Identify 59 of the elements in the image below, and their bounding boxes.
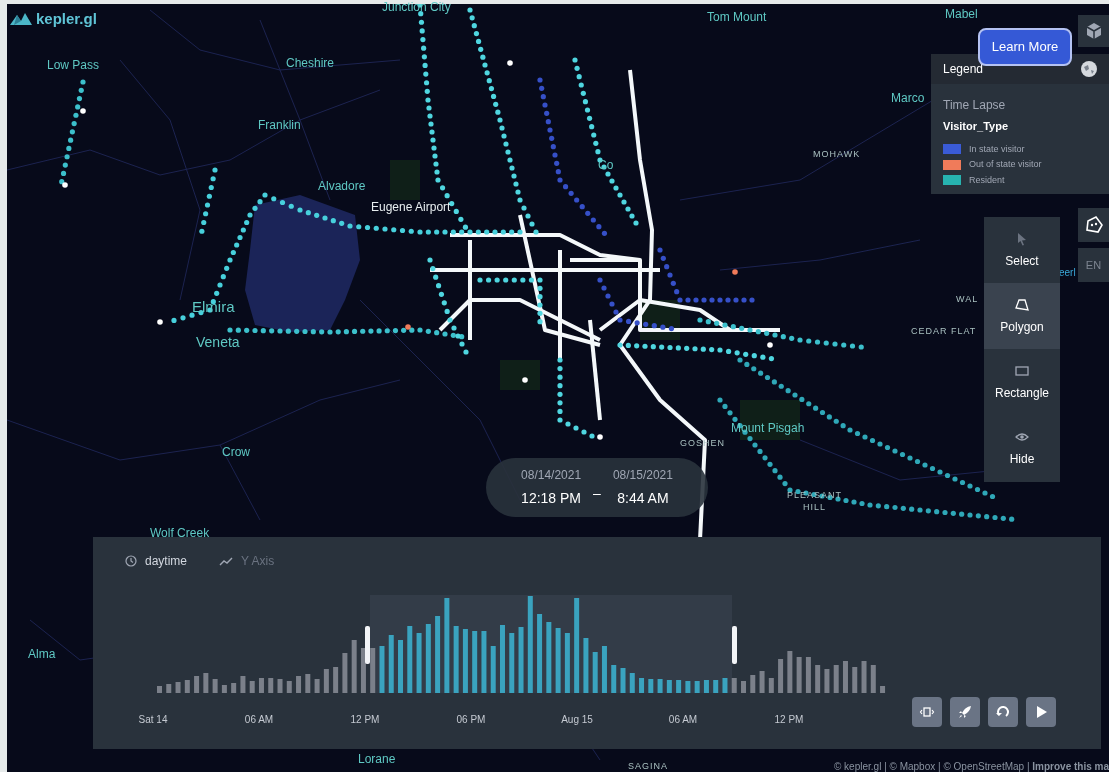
trend-line-icon [219,556,234,566]
place-label: Alma [28,646,56,663]
learn-more-button[interactable]: Learn More [978,28,1072,66]
start-date: 08/14/2021 [521,467,582,484]
place-label: Veneta [196,333,240,352]
start-time: 12:18 PM [521,489,582,508]
time-axis-label: 06 PM [456,713,486,727]
play-button[interactable] [1026,697,1056,727]
language-button[interactable]: EN [1078,248,1109,282]
place-label: eerl [1059,267,1076,279]
globe-icon[interactable] [1081,61,1097,77]
time-axis-label: Sat 14 [138,713,168,727]
place-label: Tom Mount [707,9,767,26]
place-label: WAL [956,293,979,305]
place-label: Franklin [258,117,301,134]
domain-selector[interactable]: daytime [145,552,188,570]
place-label: Low Pass [47,57,100,74]
map-attribution: © kepler.gl | © Mapbox | © OpenStreetMap | Improve this ma [833,760,1109,772]
time-axis-label: Aug 15 [561,713,593,727]
cube-icon [1084,22,1103,40]
time-axis-label: 12 PM [774,713,804,727]
3d-map-button[interactable] [1078,15,1109,47]
draw-button[interactable] [1078,208,1109,242]
range-handle[interactable] [365,626,370,664]
legend-label: Out of state visitor [969,158,1042,171]
place-label: Junction City [382,0,451,16]
speed-button[interactable] [950,697,980,727]
range-separator: – [593,484,601,503]
place-label: Mabel [945,6,978,23]
legend-label: Resident [969,173,1005,187]
logo-icon [10,11,32,28]
polygon-draw-icon [1083,215,1104,235]
layer-name: Time Lapse [943,97,1007,114]
place-label: Alvadore [318,178,366,195]
polygon-icon [1013,296,1031,314]
window-mode-button[interactable] [912,697,942,727]
legend-label: In state visitor [969,142,1025,156]
end-time: 8:44 AM [617,489,669,508]
draw-tool-button[interactable]: Polygon [984,283,1060,349]
place-label: Co [598,157,614,174]
place-label: Eugene Airport [371,199,451,216]
end-date: 08/15/2021 [612,467,673,484]
place-label: CEDAR FLAT [911,325,977,337]
place-label: SAGINA [628,760,668,772]
rocket-icon [956,703,974,721]
field-name: Visitor_Type [943,119,1009,134]
clock-icon [125,555,137,567]
logo-text: kepler.gl [36,9,97,29]
place-label: MOHAWK [813,148,861,160]
range-handle[interactable] [732,626,737,664]
place-label: Cheshire [286,55,335,72]
time-axis-label: 12 PM [350,713,380,727]
loop-button[interactable] [988,697,1018,727]
time-axis-label: 06 AM [244,713,274,727]
place-label: Wolf Creek [150,525,210,542]
place-label: Crow [222,444,250,461]
place-label: Marco [891,90,925,107]
time-axis-label: 06 AM [668,713,698,727]
place-label: Lorane [358,751,396,768]
